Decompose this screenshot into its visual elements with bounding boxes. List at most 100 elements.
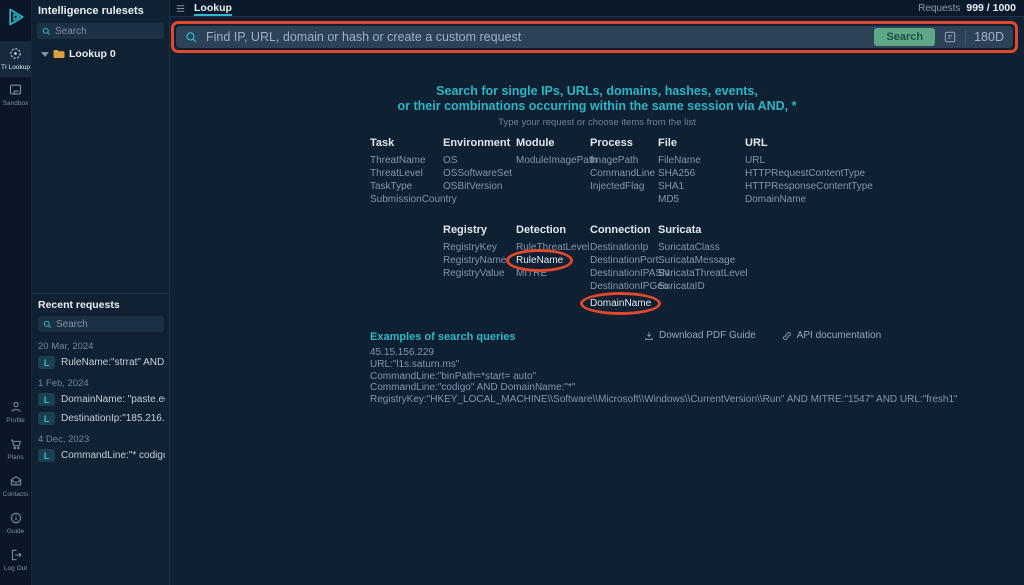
example-query[interactable]: 45.15.156.229 [370, 347, 958, 359]
list-menu-icon[interactable] [175, 3, 186, 14]
rulesets-search[interactable] [37, 23, 164, 39]
download-icon [644, 331, 654, 341]
lookup-search-bar: Search 180D [176, 26, 1013, 48]
field-group-detection: Detection RuleThreatLevel RuleName MITRE [516, 224, 589, 280]
requests-count: 999 / 1000 [966, 2, 1016, 14]
download-pdf-guide-label: Download PDF Guide [659, 330, 756, 341]
logout-icon [9, 548, 23, 562]
field-item[interactable]: OSBitVersion [443, 180, 512, 193]
example-query[interactable]: RegistryKey:"HKEY_LOCAL_MACHINE\\Softwar… [370, 394, 958, 406]
lookup-badge: L [38, 449, 55, 462]
requests-counter: Requests 999 / 1000 [918, 2, 1024, 14]
field-item[interactable]: SHA1 [658, 180, 701, 193]
field-item[interactable]: HTTPRequestContentType [745, 167, 873, 180]
field-item[interactable]: MITRE [516, 267, 589, 280]
rulesets-search-input[interactable] [55, 26, 159, 37]
field-item-domainname-annotated[interactable]: DomainName [590, 297, 651, 310]
tab-lookup[interactable]: Lookup [194, 0, 232, 16]
query-templates-icon[interactable] [943, 30, 957, 44]
intro-line-2: or their combinations occurring within t… [170, 99, 1024, 114]
field-item[interactable]: SuricataClass [658, 241, 748, 254]
field-item[interactable]: URL [745, 154, 873, 167]
field-item[interactable]: ModuleImagePath [516, 154, 597, 167]
lookup-badge: L [38, 393, 55, 406]
sidebar-item-logout[interactable]: Log Out [0, 542, 31, 579]
folder-icon [53, 49, 65, 59]
recent-request-item[interactable]: L RuleName:"strrat" AND ... [38, 356, 165, 369]
example-query[interactable]: CommandLine:"codigo" AND DomainName:"*" [370, 382, 958, 394]
lookup-search-input[interactable] [206, 30, 866, 44]
requests-label: Requests [918, 3, 960, 14]
field-group-environment: Environment OS OSSoftwareSet OSBitVersio… [443, 137, 512, 193]
field-item[interactable]: OS [443, 154, 512, 167]
panel-title: Intelligence rulesets [32, 0, 169, 17]
sidebar-item-label: Guide [7, 528, 24, 535]
search-depth-selector[interactable]: 180D [974, 30, 1004, 44]
search-icon [42, 27, 51, 36]
field-item[interactable]: RegistryName [443, 254, 506, 267]
caret-down-icon[interactable] [41, 52, 49, 57]
field-item[interactable]: SuricataMessage [658, 254, 748, 267]
recent-group-date: 4 Dec, 2023 [38, 434, 165, 445]
sidebar-item-ti-lookup[interactable]: TI Lookup [0, 41, 31, 77]
field-item[interactable]: ImagePath [590, 154, 655, 167]
field-group-title: URL [745, 137, 873, 149]
search-button[interactable]: Search [874, 28, 935, 46]
field-item[interactable]: MD5 [658, 193, 701, 206]
recent-search-input[interactable] [56, 319, 159, 330]
recent-request-text: CommandLine:"* codigo... [61, 450, 165, 461]
recent-group-date: 1 Feb, 2024 [38, 378, 165, 389]
sidebar-item-guide[interactable]: Guide [0, 505, 31, 542]
annotation-box-search: Search 180D [171, 21, 1018, 53]
sidebar-item-label: TI Lookup [1, 64, 30, 71]
recent-request-text: DestinationIp:"185.216... [61, 413, 165, 424]
field-group-registry: Registry RegistryKey RegistryName Regist… [443, 224, 506, 280]
sidebar-item-contacts[interactable]: Contacts [0, 468, 31, 505]
field-item-rulename-annotated[interactable]: RuleName [516, 254, 563, 267]
sidebar-item-plans[interactable]: Plans [0, 431, 31, 468]
field-item[interactable]: RuleThreatLevel [516, 241, 589, 254]
ti-lookup-icon [8, 46, 23, 61]
example-queries: 45.15.156.229 URL:"l1s.saturn.ms" Comman… [370, 347, 958, 406]
sidebar-item-profile[interactable]: Profile [0, 394, 31, 431]
field-item[interactable]: SuricataThreatLevel [658, 267, 748, 280]
field-item[interactable]: OSSoftwareSet [443, 167, 512, 180]
api-documentation-link[interactable]: API documentation [782, 330, 882, 341]
sidebar-item-label: Profile [6, 417, 24, 424]
field-item[interactable]: HTTPResponseContentType [745, 180, 873, 193]
field-item[interactable]: DomainName [745, 193, 873, 206]
recent-request-text: DomainName: "paste.ee... [61, 394, 165, 405]
tree-item-lookup-0[interactable]: Lookup 0 [32, 39, 169, 60]
envelope-icon [9, 474, 23, 488]
field-item[interactable]: SHA256 [658, 167, 701, 180]
recent-request-text: RuleName:"strrat" AND ... [61, 357, 165, 368]
example-query[interactable]: CommandLine:"binPath=*start= auto" [370, 371, 958, 383]
recent-request-item[interactable]: L CommandLine:"* codigo... [38, 449, 165, 462]
field-group-suricata: Suricata SuricataClass SuricataMessage S… [658, 224, 748, 293]
recent-request-item[interactable]: L DomainName: "paste.ee... [38, 393, 165, 406]
field-item[interactable]: SuricataID [658, 280, 748, 293]
recent-search[interactable] [38, 316, 164, 332]
field-item[interactable]: SubmissionCountry [370, 193, 457, 206]
field-group-title: Environment [443, 137, 512, 149]
anyrun-logo-icon[interactable] [6, 7, 26, 27]
intro-headline: Search for single IPs, URLs, domains, ha… [170, 84, 1024, 114]
sidebar-item-sandbox[interactable]: Sandbox [0, 77, 31, 113]
recent-request-item[interactable]: L DestinationIp:"185.216... [38, 412, 165, 425]
download-pdf-guide-link[interactable]: Download PDF Guide [644, 330, 756, 341]
rulesets-panel: Intelligence rulesets Lookup 0 Recent re… [32, 0, 170, 585]
cart-icon [9, 437, 23, 451]
field-group-title: Registry [443, 224, 506, 236]
recent-requests-section: Recent requests 20 Mar, 2024 L RuleName:… [32, 293, 169, 585]
field-item[interactable]: FileName [658, 154, 701, 167]
field-item[interactable]: RegistryKey [443, 241, 506, 254]
field-item[interactable]: InjectedFlag [590, 180, 655, 193]
field-item[interactable]: RegistryValue [443, 267, 506, 280]
field-item[interactable]: CommandLine [590, 167, 655, 180]
tree-item-label: Lookup 0 [69, 48, 116, 60]
field-group-url: URL URL HTTPRequestContentType HTTPRespo… [745, 137, 873, 206]
field-group-module: Module ModuleImagePath [516, 137, 597, 167]
search-icon [185, 31, 198, 44]
example-query[interactable]: URL:"l1s.saturn.ms" [370, 359, 958, 371]
profile-icon [9, 400, 23, 414]
